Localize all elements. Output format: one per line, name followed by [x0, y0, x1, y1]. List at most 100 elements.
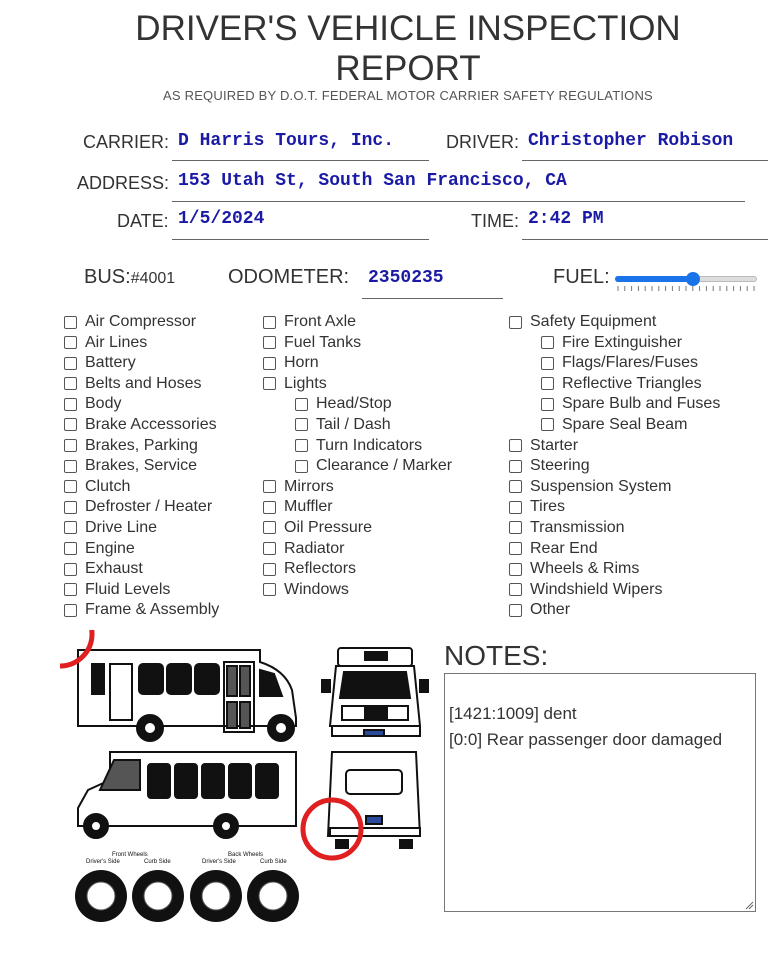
resize-grip-icon[interactable] — [744, 900, 754, 910]
checklist-item[interactable]: Flags/Flares/Fuses — [509, 353, 720, 373]
checkbox[interactable] — [509, 480, 522, 494]
checkbox[interactable] — [509, 562, 522, 576]
checklist-item[interactable]: Turn Indicators — [263, 436, 452, 456]
checkbox[interactable] — [64, 521, 77, 535]
checkbox[interactable] — [64, 562, 77, 576]
checkbox[interactable] — [263, 336, 276, 350]
checkbox[interactable] — [64, 439, 77, 453]
checklist-item[interactable]: Windows — [263, 580, 452, 600]
date-field[interactable]: 1/5/2024 — [172, 204, 429, 240]
checkbox[interactable] — [263, 542, 276, 556]
checklist-item[interactable]: Mirrors — [263, 477, 452, 497]
checkbox[interactable] — [509, 459, 522, 473]
checkbox[interactable] — [64, 583, 77, 597]
checkbox[interactable] — [64, 500, 77, 514]
checkbox[interactable] — [64, 418, 77, 432]
checkbox[interactable] — [509, 439, 522, 453]
checklist-item[interactable]: Suspension System — [509, 477, 720, 497]
checkbox[interactable] — [64, 459, 77, 473]
checklist-item[interactable]: Body — [64, 394, 219, 414]
checkbox[interactable] — [509, 315, 522, 329]
checklist-item[interactable]: Drive Line — [64, 518, 219, 538]
checklist-item[interactable]: Spare Bulb and Fuses — [509, 394, 720, 414]
driver-field[interactable]: Christopher Robison — [522, 125, 768, 161]
checklist-item[interactable]: Brakes, Parking — [64, 436, 219, 456]
checklist-item[interactable]: Brakes, Service — [64, 456, 219, 476]
checkbox[interactable] — [295, 439, 308, 453]
checkbox[interactable] — [64, 480, 77, 494]
checklist-item[interactable]: Safety Equipment — [509, 312, 720, 332]
checklist-item[interactable]: Oil Pressure — [263, 518, 452, 538]
checkbox[interactable] — [541, 356, 554, 370]
checklist-item[interactable]: Belts and Hoses — [64, 374, 219, 394]
checklist-item[interactable]: Brake Accessories — [64, 415, 219, 435]
checkbox[interactable] — [263, 521, 276, 535]
checklist-item[interactable]: Starter — [509, 436, 720, 456]
checklist-item[interactable]: Front Axle — [263, 312, 452, 332]
checklist-item[interactable]: Spare Seal Beam — [509, 415, 720, 435]
checklist-item[interactable]: Reflectors — [263, 559, 452, 579]
checkbox[interactable] — [509, 603, 522, 617]
checkbox[interactable] — [64, 397, 77, 411]
checklist-item[interactable]: Rear End — [509, 539, 720, 559]
checkbox[interactable] — [541, 336, 554, 350]
checkbox[interactable] — [509, 500, 522, 514]
checklist-item[interactable]: Head/Stop — [263, 394, 452, 414]
checkbox[interactable] — [64, 542, 77, 556]
checkbox[interactable] — [263, 377, 276, 391]
checklist-item[interactable]: Defroster / Heater — [64, 497, 219, 517]
checklist-item[interactable]: Air Lines — [64, 333, 219, 353]
checkbox[interactable] — [263, 480, 276, 494]
vehicle-diagram[interactable]: Front Wheels Back Wheels Driver's Side C… — [25, 599, 430, 930]
checklist-item[interactable]: Other — [509, 600, 720, 620]
checklist-item[interactable]: Radiator — [263, 539, 452, 559]
checklist-item[interactable]: Fire Extinguisher — [509, 333, 720, 353]
checklist-item[interactable]: Windshield Wipers — [509, 580, 720, 600]
checkbox[interactable] — [541, 418, 554, 432]
checkbox[interactable] — [64, 603, 77, 617]
checkbox[interactable] — [295, 418, 308, 432]
checklist-item[interactable]: Fuel Tanks — [263, 333, 452, 353]
checklist-item[interactable]: Tires — [509, 497, 720, 517]
address-field[interactable]: 153 Utah St, South San Francisco, CA — [172, 165, 745, 202]
checklist-item[interactable]: Transmission — [509, 518, 720, 538]
checkbox[interactable] — [64, 356, 77, 370]
checkbox[interactable] — [509, 542, 522, 556]
fuel-slider[interactable] — [615, 270, 757, 292]
checkbox[interactable] — [509, 583, 522, 597]
checkbox[interactable] — [541, 397, 554, 411]
checklist-item[interactable]: Horn — [263, 353, 452, 373]
odometer-field[interactable]: 2350235 — [362, 262, 503, 299]
fuel-slider-thumb[interactable] — [686, 272, 700, 286]
carrier-field[interactable]: D Harris Tours, Inc. — [172, 125, 429, 161]
checkbox-label: Other — [530, 601, 571, 619]
checklist-item[interactable]: Clutch — [64, 477, 219, 497]
notes-textarea[interactable]: [1421:1009] dent [0:0] Rear passenger do… — [444, 673, 756, 912]
checklist-item[interactable]: Clearance / Marker — [263, 456, 452, 476]
checklist-item[interactable]: Battery — [64, 353, 219, 373]
checklist-item[interactable]: Lights — [263, 374, 452, 394]
checklist-item[interactable]: Exhaust — [64, 559, 219, 579]
checkbox[interactable] — [64, 336, 77, 350]
checklist-item[interactable]: Air Compressor — [64, 312, 219, 332]
checklist-item[interactable]: Wheels & Rims — [509, 559, 720, 579]
checklist-item[interactable]: Muffler — [263, 497, 452, 517]
checkbox[interactable] — [263, 356, 276, 370]
checklist-item[interactable]: Tail / Dash — [263, 415, 452, 435]
checkbox[interactable] — [64, 315, 77, 329]
checklist-item[interactable]: Engine — [64, 539, 219, 559]
checkbox[interactable] — [509, 521, 522, 535]
checkbox[interactable] — [541, 377, 554, 391]
time-field[interactable]: 2:42 PM — [522, 204, 768, 240]
checklist-item[interactable]: Reflective Triangles — [509, 374, 720, 394]
checkbox[interactable] — [263, 583, 276, 597]
checkbox[interactable] — [64, 377, 77, 391]
checklist-item[interactable]: Steering — [509, 456, 720, 476]
checkbox[interactable] — [263, 500, 276, 514]
checkbox[interactable] — [263, 562, 276, 576]
checklist-item[interactable]: Fluid Levels — [64, 580, 219, 600]
checklist-item[interactable]: Frame & Assembly — [64, 600, 219, 620]
checkbox[interactable] — [295, 459, 308, 473]
checkbox[interactable] — [263, 315, 276, 329]
checkbox[interactable] — [295, 397, 308, 411]
